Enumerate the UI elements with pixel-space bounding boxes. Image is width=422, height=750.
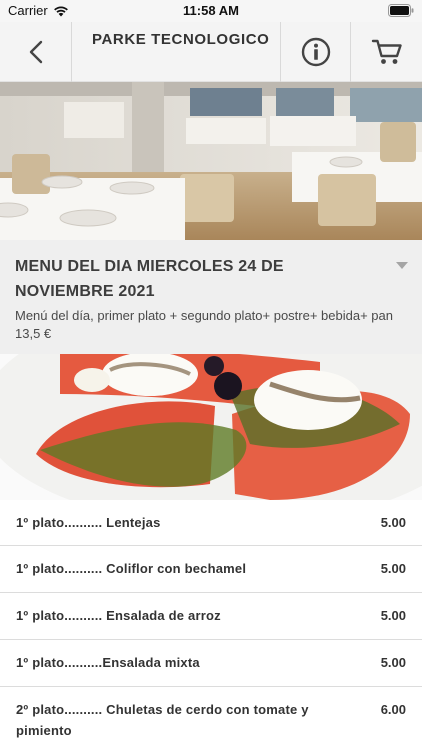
list-item[interactable]: 2º plato.......... Chuletas de cerdo con… bbox=[0, 687, 422, 750]
dish-photo bbox=[0, 354, 422, 500]
caret-down-icon[interactable] bbox=[396, 262, 408, 269]
info-button[interactable] bbox=[280, 22, 350, 82]
chevron-left-icon bbox=[29, 40, 42, 64]
status-bar: Carrier 11:58 AM bbox=[0, 0, 422, 22]
list-item[interactable]: 1º plato.......... Coliflor con bechamel… bbox=[0, 546, 422, 593]
item-name: 1º plato.......... Coliflor con bechamel bbox=[16, 561, 247, 576]
clock: 11:58 AM bbox=[183, 3, 239, 18]
list-item[interactable]: 1º plato..........Ensalada mixta 5.00 bbox=[0, 640, 422, 687]
menu-header[interactable]: MENU DEL DIA MIERCOLES 24 DE NOVIEMBRE 2… bbox=[0, 240, 422, 354]
item-price: 6.00 bbox=[380, 702, 406, 717]
item-price: 5.00 bbox=[380, 655, 406, 670]
page-title: PARKE TECNOLOGICO bbox=[92, 31, 270, 48]
cart-button[interactable] bbox=[350, 22, 422, 82]
list-item[interactable]: 1º plato.......... Lentejas 5.00 bbox=[0, 500, 422, 546]
item-price: 5.00 bbox=[380, 561, 406, 576]
restaurant-photo bbox=[0, 82, 422, 240]
item-name: 1º plato.......... Lentejas bbox=[16, 515, 161, 530]
battery-icon bbox=[388, 4, 414, 17]
menu-items-list: 1º plato.......... Lentejas 5.00 1º plat… bbox=[0, 500, 422, 750]
item-name: 1º plato..........Ensalada mixta bbox=[16, 655, 200, 670]
item-price: 5.00 bbox=[380, 608, 406, 623]
item-name: 2º plato.......... Chuletas de cerdo con… bbox=[16, 702, 309, 738]
menu-title: MENU DEL DIA MIERCOLES 24 DE NOVIEMBRE 2… bbox=[15, 258, 284, 300]
app-header: PARKE TECNOLOGICO bbox=[0, 22, 422, 82]
back-button[interactable] bbox=[0, 22, 72, 82]
info-icon bbox=[301, 37, 330, 67]
item-name: 1º plato.......... Ensalada de arroz bbox=[16, 608, 221, 623]
shopping-cart-icon bbox=[371, 39, 402, 64]
list-item[interactable]: 1º plato.......... Ensalada de arroz 5.0… bbox=[0, 593, 422, 640]
menu-description: Menú del día, primer plato + segundo pla… bbox=[15, 308, 393, 341]
item-price: 5.00 bbox=[380, 515, 406, 530]
